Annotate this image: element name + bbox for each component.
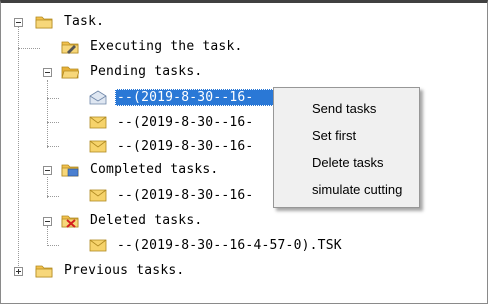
expand-toggle-previous[interactable] <box>14 267 23 276</box>
collapse-toggle-task[interactable] <box>14 18 23 27</box>
tree-node-deleted[interactable]: Deleted tasks. <box>88 212 204 229</box>
open-folder-icon <box>61 66 79 79</box>
folder-icon <box>35 16 53 29</box>
tree-node-completed[interactable]: Completed tasks. <box>88 161 220 178</box>
tree-line <box>47 196 59 197</box>
folder-icon <box>35 265 53 278</box>
tree-node-pending[interactable]: Pending tasks. <box>88 63 204 80</box>
envelope-icon <box>89 189 107 202</box>
tree-line <box>47 122 59 123</box>
envelope-icon <box>89 140 107 153</box>
tree-item-deleted-1[interactable]: --(2019-8-30--16-4-57-0).TSK <box>115 237 344 254</box>
tree-line <box>47 245 59 246</box>
tree-line <box>47 226 48 246</box>
tree-node-previous[interactable]: Previous tasks. <box>62 262 186 279</box>
collapse-toggle-completed[interactable] <box>43 166 52 175</box>
tree-line <box>47 177 48 198</box>
collapse-toggle-deleted[interactable] <box>43 217 52 226</box>
tree-item-completed-1[interactable]: --(2019-8-30--16- <box>115 187 255 204</box>
menu-item-simulate-cutting[interactable]: simulate cutting <box>312 181 402 199</box>
tree-line <box>47 98 59 99</box>
envelope-icon <box>89 239 107 252</box>
menu-item-set-first[interactable]: Set first <box>312 127 356 145</box>
tree-line <box>18 48 40 49</box>
menu-item-delete-tasks[interactable]: Delete tasks <box>312 154 384 172</box>
tree-item-pending-3[interactable]: --(2019-8-30--16- <box>115 138 255 155</box>
folder-delete-icon <box>61 215 79 228</box>
tree-line <box>47 80 48 148</box>
tree-item-pending-2[interactable]: --(2019-8-30--16- <box>115 114 255 131</box>
folder-check-icon <box>61 164 79 177</box>
tree-line <box>47 146 59 147</box>
envelope-open-icon <box>89 90 107 105</box>
tree-node-executing[interactable]: Executing the task. <box>88 38 245 55</box>
context-menu: Send tasks Set first Delete tasks simula… <box>273 87 420 208</box>
folder-pencil-icon <box>61 41 79 54</box>
menu-item-send-tasks[interactable]: Send tasks <box>312 100 376 118</box>
tree-node-task[interactable]: Task. <box>62 13 106 30</box>
tree-line <box>18 26 19 272</box>
collapse-toggle-pending[interactable] <box>43 68 52 77</box>
envelope-icon <box>89 116 107 129</box>
